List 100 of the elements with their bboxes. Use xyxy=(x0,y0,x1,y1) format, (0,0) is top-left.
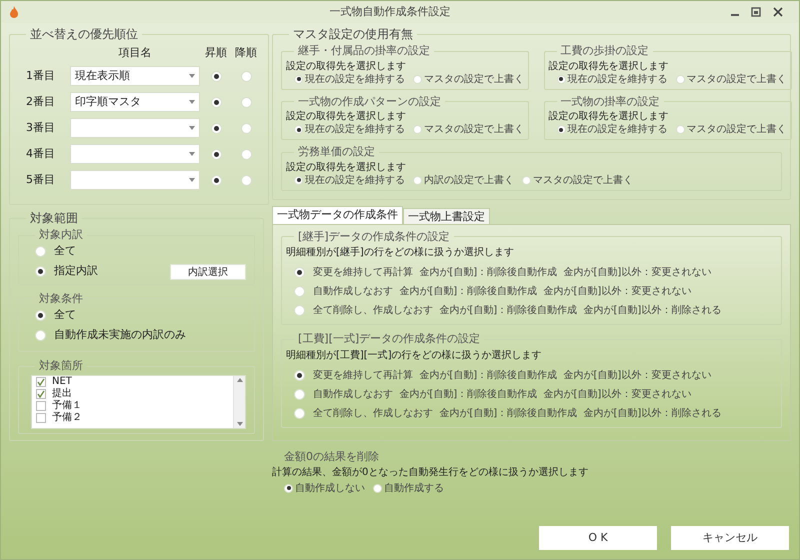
radio-button[interactable] xyxy=(210,70,222,82)
option-label: 指定内訳 xyxy=(54,263,98,280)
prompt-text: 明細種別が[継手]の行をどの様に扱うか選択します xyxy=(286,246,515,260)
list-item-label: 予備２ xyxy=(52,412,82,424)
checkbox[interactable] xyxy=(36,376,46,386)
radio-button[interactable] xyxy=(35,310,46,320)
option-label: マスタの設定で上書く xyxy=(424,72,524,86)
radio-button[interactable] xyxy=(210,174,222,186)
option-label: 自動作成しない xyxy=(295,482,365,496)
radio-button[interactable] xyxy=(35,330,46,340)
dropdown[interactable]: 現在表示順 xyxy=(70,66,200,86)
group-title: 一式物の掛率の設定 xyxy=(560,94,660,110)
radio-button[interactable] xyxy=(210,96,222,108)
scroll-down-icon xyxy=(236,422,242,426)
radio-button[interactable] xyxy=(294,408,305,418)
group-title: 一式物の作成パターンの設定 xyxy=(297,94,442,110)
group-title: 工費の歩掛の設定 xyxy=(560,43,650,59)
radio-button[interactable] xyxy=(413,74,422,84)
radio-button[interactable] xyxy=(210,148,222,160)
scroll-up-icon xyxy=(236,378,242,382)
list-item-label: 予備１ xyxy=(52,400,82,412)
option-label: 内訳の設定で上書く xyxy=(424,174,514,186)
select-breakdown-button[interactable]: 内訳選択 xyxy=(170,264,246,280)
checkbox[interactable] xyxy=(36,400,46,410)
window-title: 一式物自動作成条件設定 xyxy=(330,4,450,20)
radio-button[interactable] xyxy=(294,74,303,84)
option-label: マスタの設定で上書く xyxy=(686,123,786,136)
group-title: 対象内訳 xyxy=(38,227,84,243)
scrollbar[interactable] xyxy=(233,376,245,428)
option-label: 全て削除し、作成しなおす 金内が[自動]：削除後自動作成 金内が[自動]以外：削除される xyxy=(313,406,722,420)
ok-button[interactable]: O K xyxy=(539,526,657,550)
caret-icon xyxy=(189,126,195,130)
group-title: 継手・付属品の掛率の設定 xyxy=(297,43,431,59)
radio-button[interactable] xyxy=(676,125,684,134)
radio-button[interactable] xyxy=(294,176,303,184)
option-label: 自動作成する xyxy=(384,482,444,496)
option-label: 現在の設定を維持する xyxy=(305,123,405,136)
radio-button[interactable] xyxy=(240,174,252,186)
radio-button[interactable] xyxy=(294,370,305,380)
option-label: 変更を維持して再計算 金内が[自動]：削除後自動作成 金内が[自動]以外：変更されない xyxy=(313,266,712,280)
group-title: 対象範囲 xyxy=(29,210,79,227)
checkbox[interactable] xyxy=(36,412,46,422)
option-label: 全て xyxy=(54,243,76,260)
dropdown[interactable] xyxy=(70,118,200,138)
group-title: 対象箇所 xyxy=(38,358,84,374)
checkbox[interactable] xyxy=(36,388,46,398)
cancel-button[interactable]: キャンセル xyxy=(671,526,789,550)
radio-button[interactable] xyxy=(210,122,222,134)
radio-button[interactable] xyxy=(240,148,252,160)
minimize-icon xyxy=(731,14,739,16)
option-label: マスタの設定で上書く xyxy=(686,72,786,86)
prompt-text: 設定の取得先を選択します xyxy=(548,60,670,72)
radio-button[interactable] xyxy=(676,74,684,84)
dropdown[interactable] xyxy=(70,144,200,164)
dropdown[interactable]: 印字順マスタ xyxy=(70,92,200,112)
radio-button[interactable] xyxy=(294,388,305,400)
radio-button[interactable] xyxy=(35,266,46,277)
prompt-text: 設定の取得先を選択します xyxy=(286,110,407,123)
option-label: 全て xyxy=(54,306,76,323)
radio-button[interactable] xyxy=(373,484,382,492)
option-label: 全て削除し、作成しなおす 金内が[自動]：削除後自動作成 金内が[自動]以外：削除される xyxy=(313,304,722,318)
close-icon xyxy=(773,7,783,17)
option-label: 現在の設定を維持する xyxy=(305,174,405,186)
radio-button[interactable] xyxy=(556,125,566,134)
column-header: 降順 xyxy=(234,44,258,61)
column-header: 昇順 xyxy=(204,44,228,61)
list-item-label: NET xyxy=(52,376,72,388)
radio-button[interactable] xyxy=(35,246,46,257)
row-label: 4番目 xyxy=(25,146,56,162)
radio-button[interactable] xyxy=(522,176,531,184)
radio-button[interactable] xyxy=(284,484,293,492)
option-label: 自動作成未実施の内訳のみ xyxy=(54,326,186,343)
radio-button[interactable] xyxy=(294,125,303,134)
option-label: 変更を維持して再計算 金内が[自動]：削除後自動作成 金内が[自動]以外：変更されない xyxy=(313,368,712,382)
caret-icon xyxy=(189,74,195,78)
option-label: マスタの設定で上書く xyxy=(533,174,633,186)
radio-button[interactable] xyxy=(556,74,566,84)
radio-button[interactable] xyxy=(294,286,305,297)
dropdown[interactable] xyxy=(70,170,200,190)
caret-icon xyxy=(189,152,195,156)
radio-button[interactable] xyxy=(240,96,252,108)
radio-button[interactable] xyxy=(413,176,422,184)
caret-icon xyxy=(189,100,195,104)
radio-button[interactable] xyxy=(240,122,252,134)
radio-button[interactable] xyxy=(294,305,305,316)
section-title: 金額0の結果を削除 xyxy=(283,448,380,464)
radio-button[interactable] xyxy=(240,70,252,82)
tab[interactable]: 一式物上書設定 xyxy=(403,208,490,224)
option-label: 現在の設定を維持する xyxy=(305,72,405,86)
row-label: 3番目 xyxy=(25,120,56,136)
option-label: マスタの設定で上書く xyxy=(424,123,524,136)
row-label: 1番目 xyxy=(25,68,56,84)
tab[interactable]: 一式物データの作成条件 xyxy=(272,206,403,224)
prompt-text: 計算の結果、金額が0となった自動発生行をどの様に扱うか選択します xyxy=(272,466,590,480)
row-label: 5番目 xyxy=(25,172,56,188)
radio-button[interactable] xyxy=(413,125,422,134)
prompt-text: 設定の取得先を選択します xyxy=(286,160,407,174)
radio-button[interactable] xyxy=(294,267,305,278)
column-header: 項目名 xyxy=(118,44,152,61)
group-title: [継手]データの作成条件の設定 xyxy=(297,228,451,244)
